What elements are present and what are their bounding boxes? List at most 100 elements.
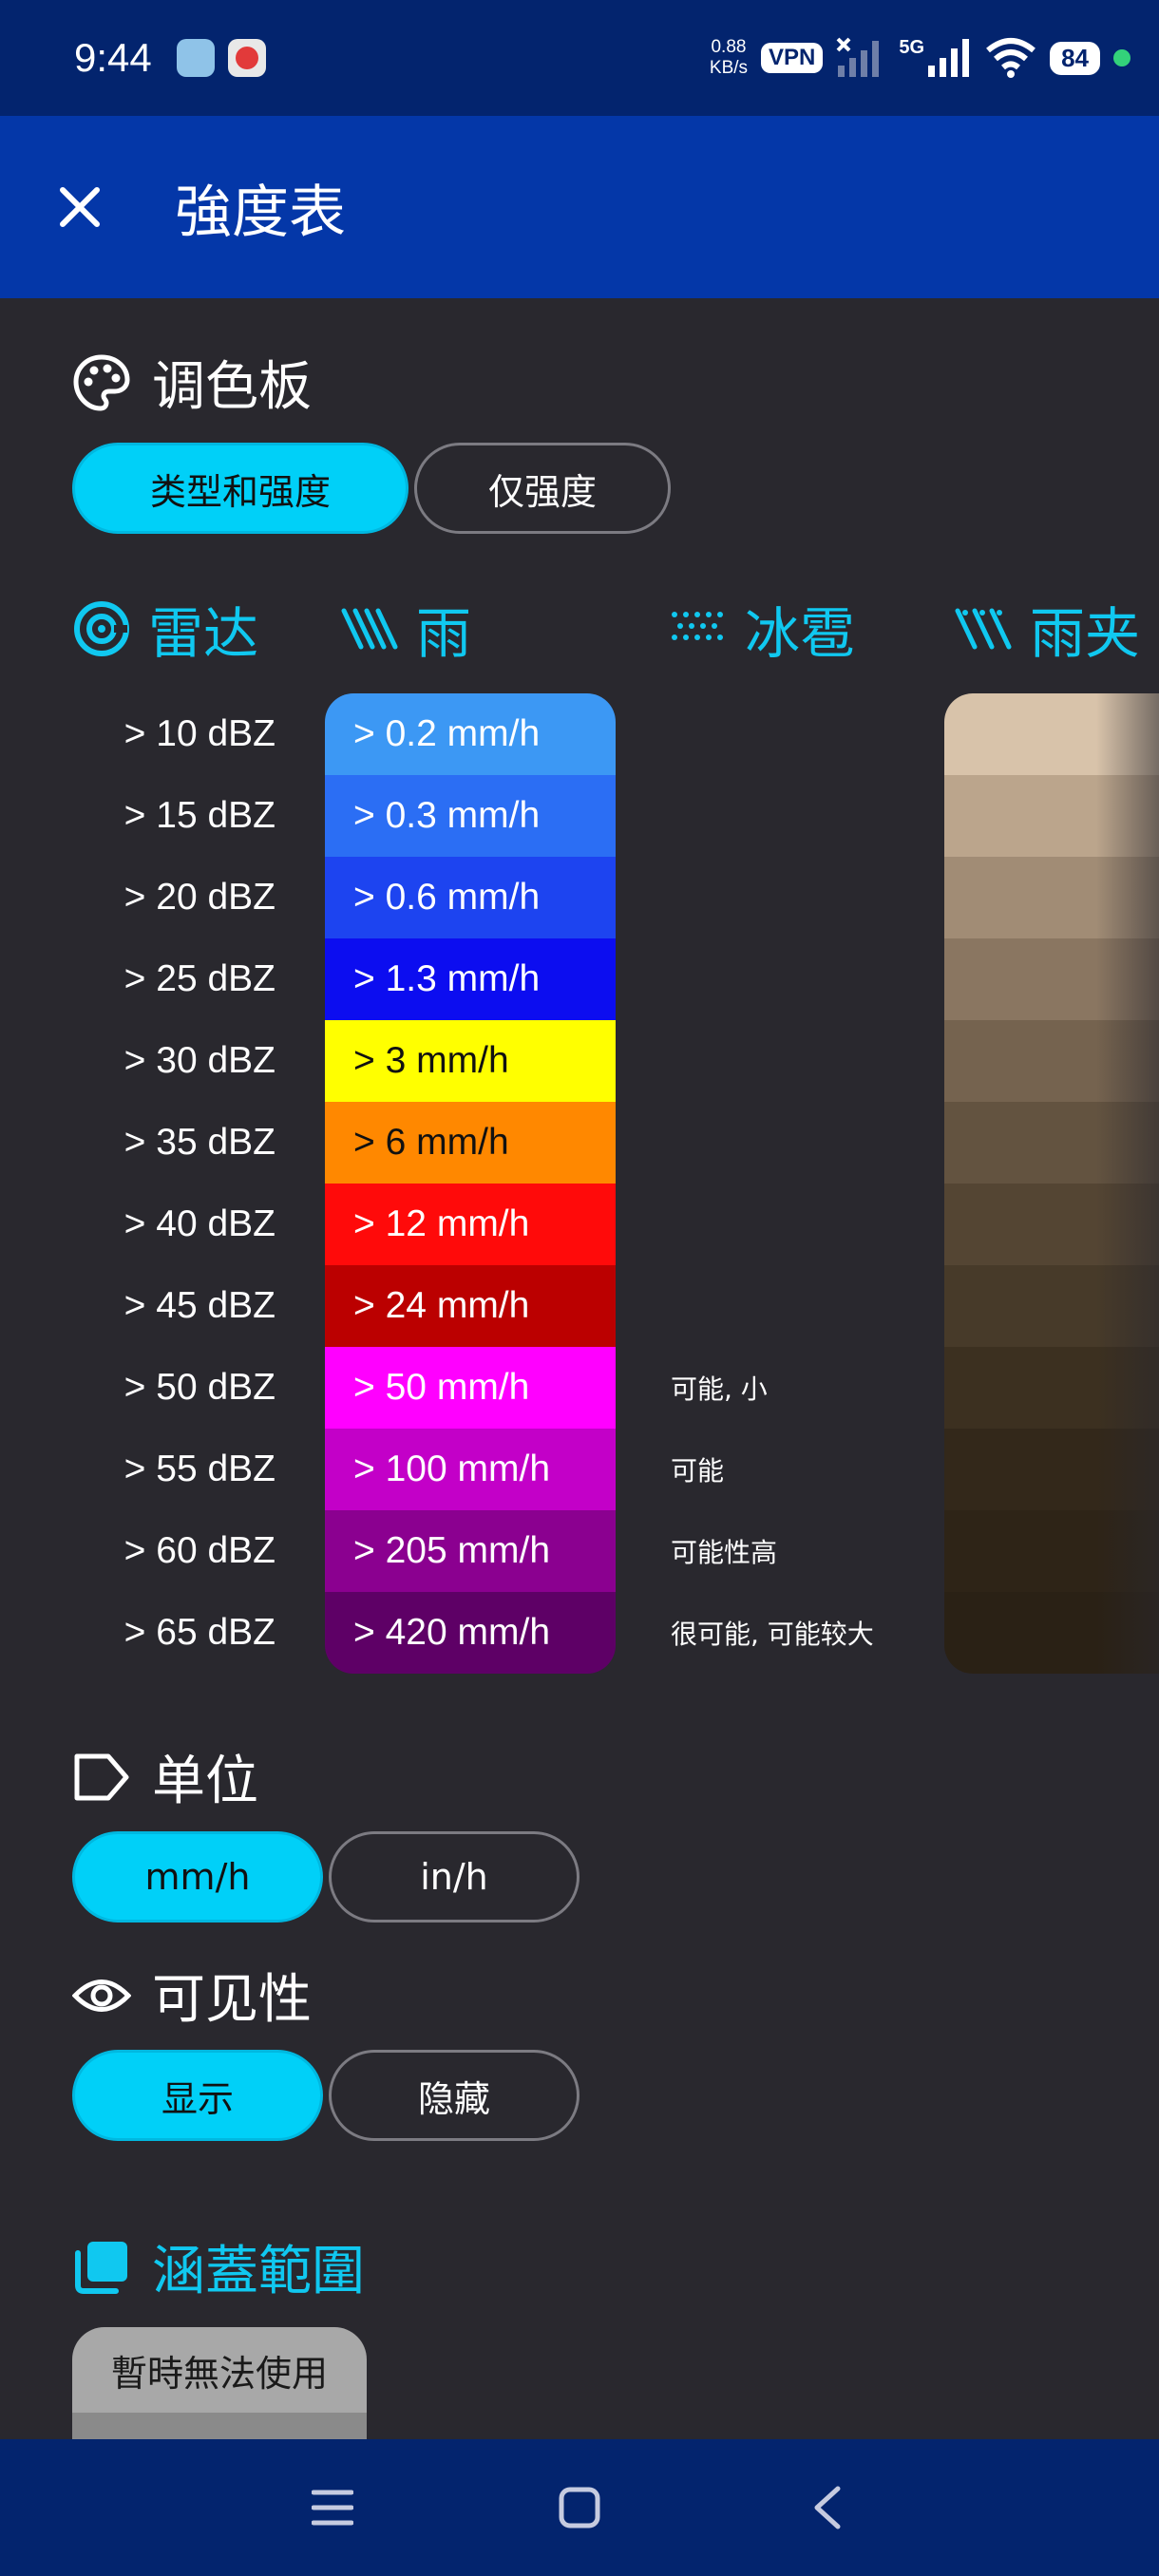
hail-probability: 可能 — [671, 1455, 725, 1487]
app-bar: 強度表 — [0, 116, 1159, 298]
layers-icon — [75, 2241, 127, 2294]
network-speed-unit: KB/s — [709, 58, 749, 78]
rain-intensity-swatch: > 50 mm/h — [325, 1347, 616, 1429]
battery-level: 84 — [1050, 41, 1100, 75]
hail-icon — [672, 612, 723, 640]
dbz-value: > 15 dBZ — [124, 795, 276, 836]
sleet-column-fade — [1096, 693, 1159, 1674]
cellular-5g: 5G — [899, 37, 972, 79]
palette-option-type-intensity[interactable]: 类型和强度 — [72, 443, 408, 534]
radar-icon — [74, 601, 129, 656]
hail-probability: 可能, 小 — [671, 1373, 768, 1405]
visibility-header: 可见性 — [72, 1957, 312, 2034]
hail-probability: 很可能, 可能较大 — [671, 1619, 874, 1650]
rain-column: > 0.2 mm/h > 0.3 mm/h > 0.6 mm/h > 1.3 mm/h… — [325, 693, 616, 1674]
palette-header: 调色板 — [72, 344, 312, 421]
menu-nav-button[interactable] — [294, 2470, 370, 2546]
sleet-icon — [955, 608, 1012, 650]
hail-probability — [671, 775, 937, 857]
unit-option-mmh[interactable]: mm/h — [72, 1831, 323, 1923]
legend-hail-label: 冰雹 — [745, 601, 856, 666]
dbz-value: > 35 dBZ — [124, 1122, 276, 1163]
status-indicators: 0.88 KB/s VPN 5G 84 — [710, 37, 1130, 79]
palette-icon — [73, 353, 130, 411]
palette-title: 调色板 — [152, 356, 312, 418]
hail-probability — [671, 1265, 937, 1347]
signal-icon — [928, 39, 970, 77]
notification-app-icon-2 — [227, 39, 266, 77]
back-nav-button[interactable] — [788, 2470, 864, 2546]
hail-probability — [671, 938, 937, 1020]
units-title: 单位 — [152, 1751, 258, 1812]
rain-intensity-swatch: > 0.6 mm/h — [325, 857, 616, 938]
legend-mix: 雨夹 — [954, 589, 1140, 669]
legend-rain-label: 雨 — [416, 601, 472, 666]
dbz-value: > 25 dBZ — [124, 958, 276, 999]
hail-probability — [671, 857, 937, 938]
network-type: 5G — [899, 37, 925, 58]
rain-intensity-swatch: > 0.2 mm/h — [325, 693, 616, 775]
sleet-column — [944, 693, 1159, 1674]
close-icon — [60, 187, 100, 227]
rain-intensity-swatch: > 24 mm/h — [325, 1265, 616, 1347]
legend-mix-label: 雨夹 — [1030, 601, 1141, 666]
unit-option-inh[interactable]: in/h — [329, 1831, 580, 1923]
signal-off-icon — [836, 37, 880, 77]
label-tag-icon — [74, 1753, 129, 1800]
dbz-column: > 10 dBZ > 15 dBZ > 20 dBZ > 25 dBZ > 30 dBZ… — [57, 693, 276, 1674]
coverage-item: 暫時無法使用 — [72, 2327, 367, 2413]
page-title: 強度表 — [175, 179, 346, 246]
visibility-option-show[interactable]: 显示 — [72, 2050, 323, 2141]
home-square-icon — [559, 2487, 600, 2529]
privacy-indicator-dot — [1113, 49, 1130, 66]
dbz-value: > 50 dBZ — [124, 1367, 276, 1408]
units-selector: mm/h in/h — [72, 1831, 580, 1923]
eye-icon — [72, 1979, 131, 2012]
rain-intensity-swatch: > 3 mm/h — [325, 1020, 616, 1102]
palette-selector: 类型和强度 仅强度 — [72, 443, 671, 534]
status-bar: 9:44 0.88 KB/s VPN 5G 84 — [0, 0, 1159, 116]
legend-radar: 雷达 — [72, 589, 258, 669]
system-navigation-bar — [0, 2439, 1159, 2576]
network-speed-value: 0.88 — [711, 37, 747, 57]
coverage-header: 涵蓋範圍 — [72, 2228, 365, 2305]
rain-intensity-swatch: > 1.3 mm/h — [325, 938, 616, 1020]
hail-probability: 可能性高 — [671, 1537, 778, 1568]
hail-probability — [671, 1020, 937, 1102]
rain-intensity-swatch: > 0.3 mm/h — [325, 775, 616, 857]
visibility-title: 可见性 — [152, 1969, 312, 2031]
units-header: 单位 — [72, 1738, 258, 1815]
dbz-value: > 30 dBZ — [124, 1040, 276, 1081]
hail-column: 可能, 小可能可能性高很可能, 可能较大 — [671, 693, 937, 1674]
close-button[interactable] — [32, 160, 127, 255]
hail-probability — [671, 693, 937, 775]
notification-app-icon — [176, 39, 215, 77]
dbz-value: > 45 dBZ — [124, 1285, 276, 1326]
back-chevron-icon — [814, 2486, 841, 2529]
dbz-value: > 55 dBZ — [124, 1449, 276, 1489]
vpn-badge: VPN — [761, 43, 824, 73]
rain-intensity-swatch: > 12 mm/h — [325, 1184, 616, 1265]
legend-radar-label: 雷达 — [148, 601, 259, 666]
dbz-value: > 20 dBZ — [124, 877, 276, 918]
home-nav-button[interactable] — [542, 2470, 618, 2546]
rain-intensity-swatch: > 205 mm/h — [325, 1510, 616, 1592]
dbz-value: > 40 dBZ — [124, 1203, 276, 1244]
network-speed: 0.88 KB/s — [710, 37, 748, 79]
hail-probability — [671, 1102, 937, 1184]
dbz-value: > 10 dBZ — [124, 713, 276, 754]
visibility-selector: 显示 隐藏 — [72, 2050, 580, 2141]
rain-intensity-swatch: > 100 mm/h — [325, 1429, 616, 1510]
legend-hail: 冰雹 — [669, 589, 855, 669]
menu-icon — [312, 2490, 353, 2526]
legend-rain: 雨 — [340, 589, 471, 669]
dbz-value: > 60 dBZ — [124, 1530, 276, 1571]
screen: 9:44 0.88 KB/s VPN 5G 84 強度表 调色板 类型和强度 仅… — [0, 0, 1159, 2576]
rain-intensity-swatch: > 6 mm/h — [325, 1102, 616, 1184]
legend-header: 雷达 雨 冰雹 雨夹 — [72, 589, 1159, 666]
rain-intensity-swatch: > 420 mm/h — [325, 1592, 616, 1674]
palette-option-intensity-only[interactable]: 仅强度 — [414, 443, 671, 534]
hail-probability — [671, 1184, 937, 1265]
visibility-option-hide[interactable]: 隐藏 — [329, 2050, 580, 2141]
wifi-icon — [986, 38, 1036, 78]
